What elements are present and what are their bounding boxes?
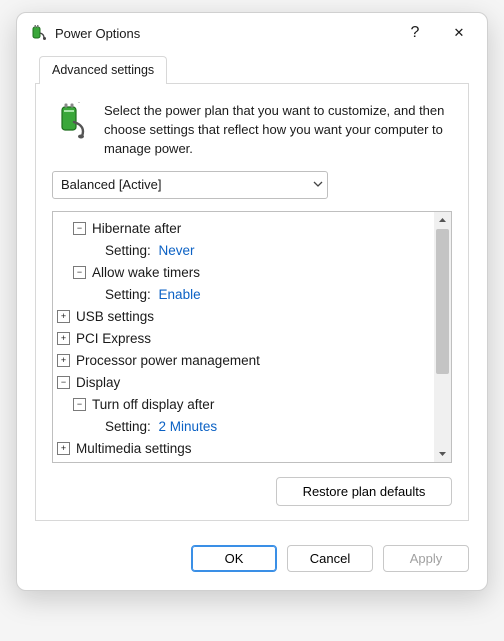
tree-label: Allow wake timers bbox=[92, 262, 200, 284]
tree-node-display[interactable]: − Display bbox=[57, 372, 447, 394]
power-options-dialog: Power Options ? ✕ Advanced settings bbox=[16, 12, 488, 591]
settings-tree: − Hibernate after Setting: Never − Allow… bbox=[52, 211, 452, 463]
collapse-icon[interactable]: − bbox=[57, 376, 70, 389]
tree-node-usb-settings[interactable]: + USB settings bbox=[57, 306, 447, 328]
expand-icon[interactable]: + bbox=[57, 310, 70, 323]
tree-label: PCI Express bbox=[76, 328, 151, 350]
restore-plan-defaults-button[interactable]: Restore plan defaults bbox=[276, 477, 452, 506]
power-plan-selected-label: Balanced [Active] bbox=[61, 177, 161, 192]
tab-advanced-settings[interactable]: Advanced settings bbox=[39, 56, 167, 84]
tree-node-turn-off-display[interactable]: − Turn off display after bbox=[57, 394, 447, 416]
tree-setting-hibernate-after[interactable]: Setting: Never bbox=[57, 240, 447, 262]
setting-label: Setting: bbox=[105, 416, 151, 438]
tree-label: Turn off display after bbox=[92, 394, 214, 416]
tree-label: Display bbox=[76, 372, 120, 394]
tree-label: USB settings bbox=[76, 306, 154, 328]
expand-icon[interactable]: + bbox=[57, 442, 70, 455]
collapse-icon[interactable]: − bbox=[73, 266, 86, 279]
tree-node-multimedia[interactable]: + Multimedia settings bbox=[57, 438, 447, 460]
title-bar: Power Options ? ✕ bbox=[17, 13, 487, 53]
scroll-down-icon[interactable] bbox=[434, 445, 451, 462]
close-icon: ✕ bbox=[454, 25, 465, 41]
dialog-body: Advanced settings Select the power plan … bbox=[17, 55, 487, 531]
setting-value: 2 Minutes bbox=[159, 416, 218, 438]
chevron-down-icon bbox=[313, 177, 323, 192]
expand-icon[interactable]: + bbox=[57, 332, 70, 345]
collapse-icon[interactable]: − bbox=[73, 222, 86, 235]
tab-content: Select the power plan that you want to c… bbox=[35, 84, 469, 521]
tree-setting-allow-wake-timers[interactable]: Setting: Enable bbox=[57, 284, 447, 306]
intro-row: Select the power plan that you want to c… bbox=[52, 102, 452, 159]
intro-text: Select the power plan that you want to c… bbox=[104, 102, 452, 159]
tree-label: Hibernate after bbox=[92, 218, 181, 240]
setting-value: Enable bbox=[159, 284, 201, 306]
dialog-button-bar: OK Cancel Apply bbox=[17, 531, 487, 590]
restore-row: Restore plan defaults bbox=[52, 475, 452, 506]
setting-value: Never bbox=[159, 240, 195, 262]
tree-node-hibernate-after[interactable]: − Hibernate after bbox=[57, 218, 447, 240]
tab-row: Advanced settings bbox=[35, 55, 469, 84]
expand-icon[interactable]: + bbox=[57, 354, 70, 367]
tree-node-processor-pm[interactable]: + Processor power management bbox=[57, 350, 447, 372]
scroll-thumb[interactable] bbox=[436, 229, 449, 374]
tree-label: Processor power management bbox=[76, 350, 260, 372]
tree-node-pci-express[interactable]: + PCI Express bbox=[57, 328, 447, 350]
power-options-icon bbox=[29, 24, 47, 42]
scroll-track[interactable] bbox=[434, 229, 451, 445]
tree-node-allow-wake-timers[interactable]: − Allow wake timers bbox=[57, 262, 447, 284]
cancel-button[interactable]: Cancel bbox=[287, 545, 373, 572]
tree-setting-turn-off-display[interactable]: Setting: 2 Minutes bbox=[57, 416, 447, 438]
ok-button[interactable]: OK bbox=[191, 545, 277, 572]
help-icon: ? bbox=[411, 24, 420, 42]
power-plan-select[interactable]: Balanced [Active] bbox=[52, 171, 328, 199]
window-title: Power Options bbox=[55, 26, 393, 41]
apply-button[interactable]: Apply bbox=[383, 545, 469, 572]
close-button[interactable]: ✕ bbox=[437, 17, 481, 49]
tree-scrollbar[interactable] bbox=[434, 212, 451, 462]
battery-plug-icon bbox=[52, 102, 92, 142]
tree-label: Multimedia settings bbox=[76, 438, 192, 460]
collapse-icon[interactable]: − bbox=[73, 398, 86, 411]
setting-label: Setting: bbox=[105, 284, 151, 306]
scroll-up-icon[interactable] bbox=[434, 212, 451, 229]
setting-label: Setting: bbox=[105, 240, 151, 262]
help-button[interactable]: ? bbox=[393, 17, 437, 49]
